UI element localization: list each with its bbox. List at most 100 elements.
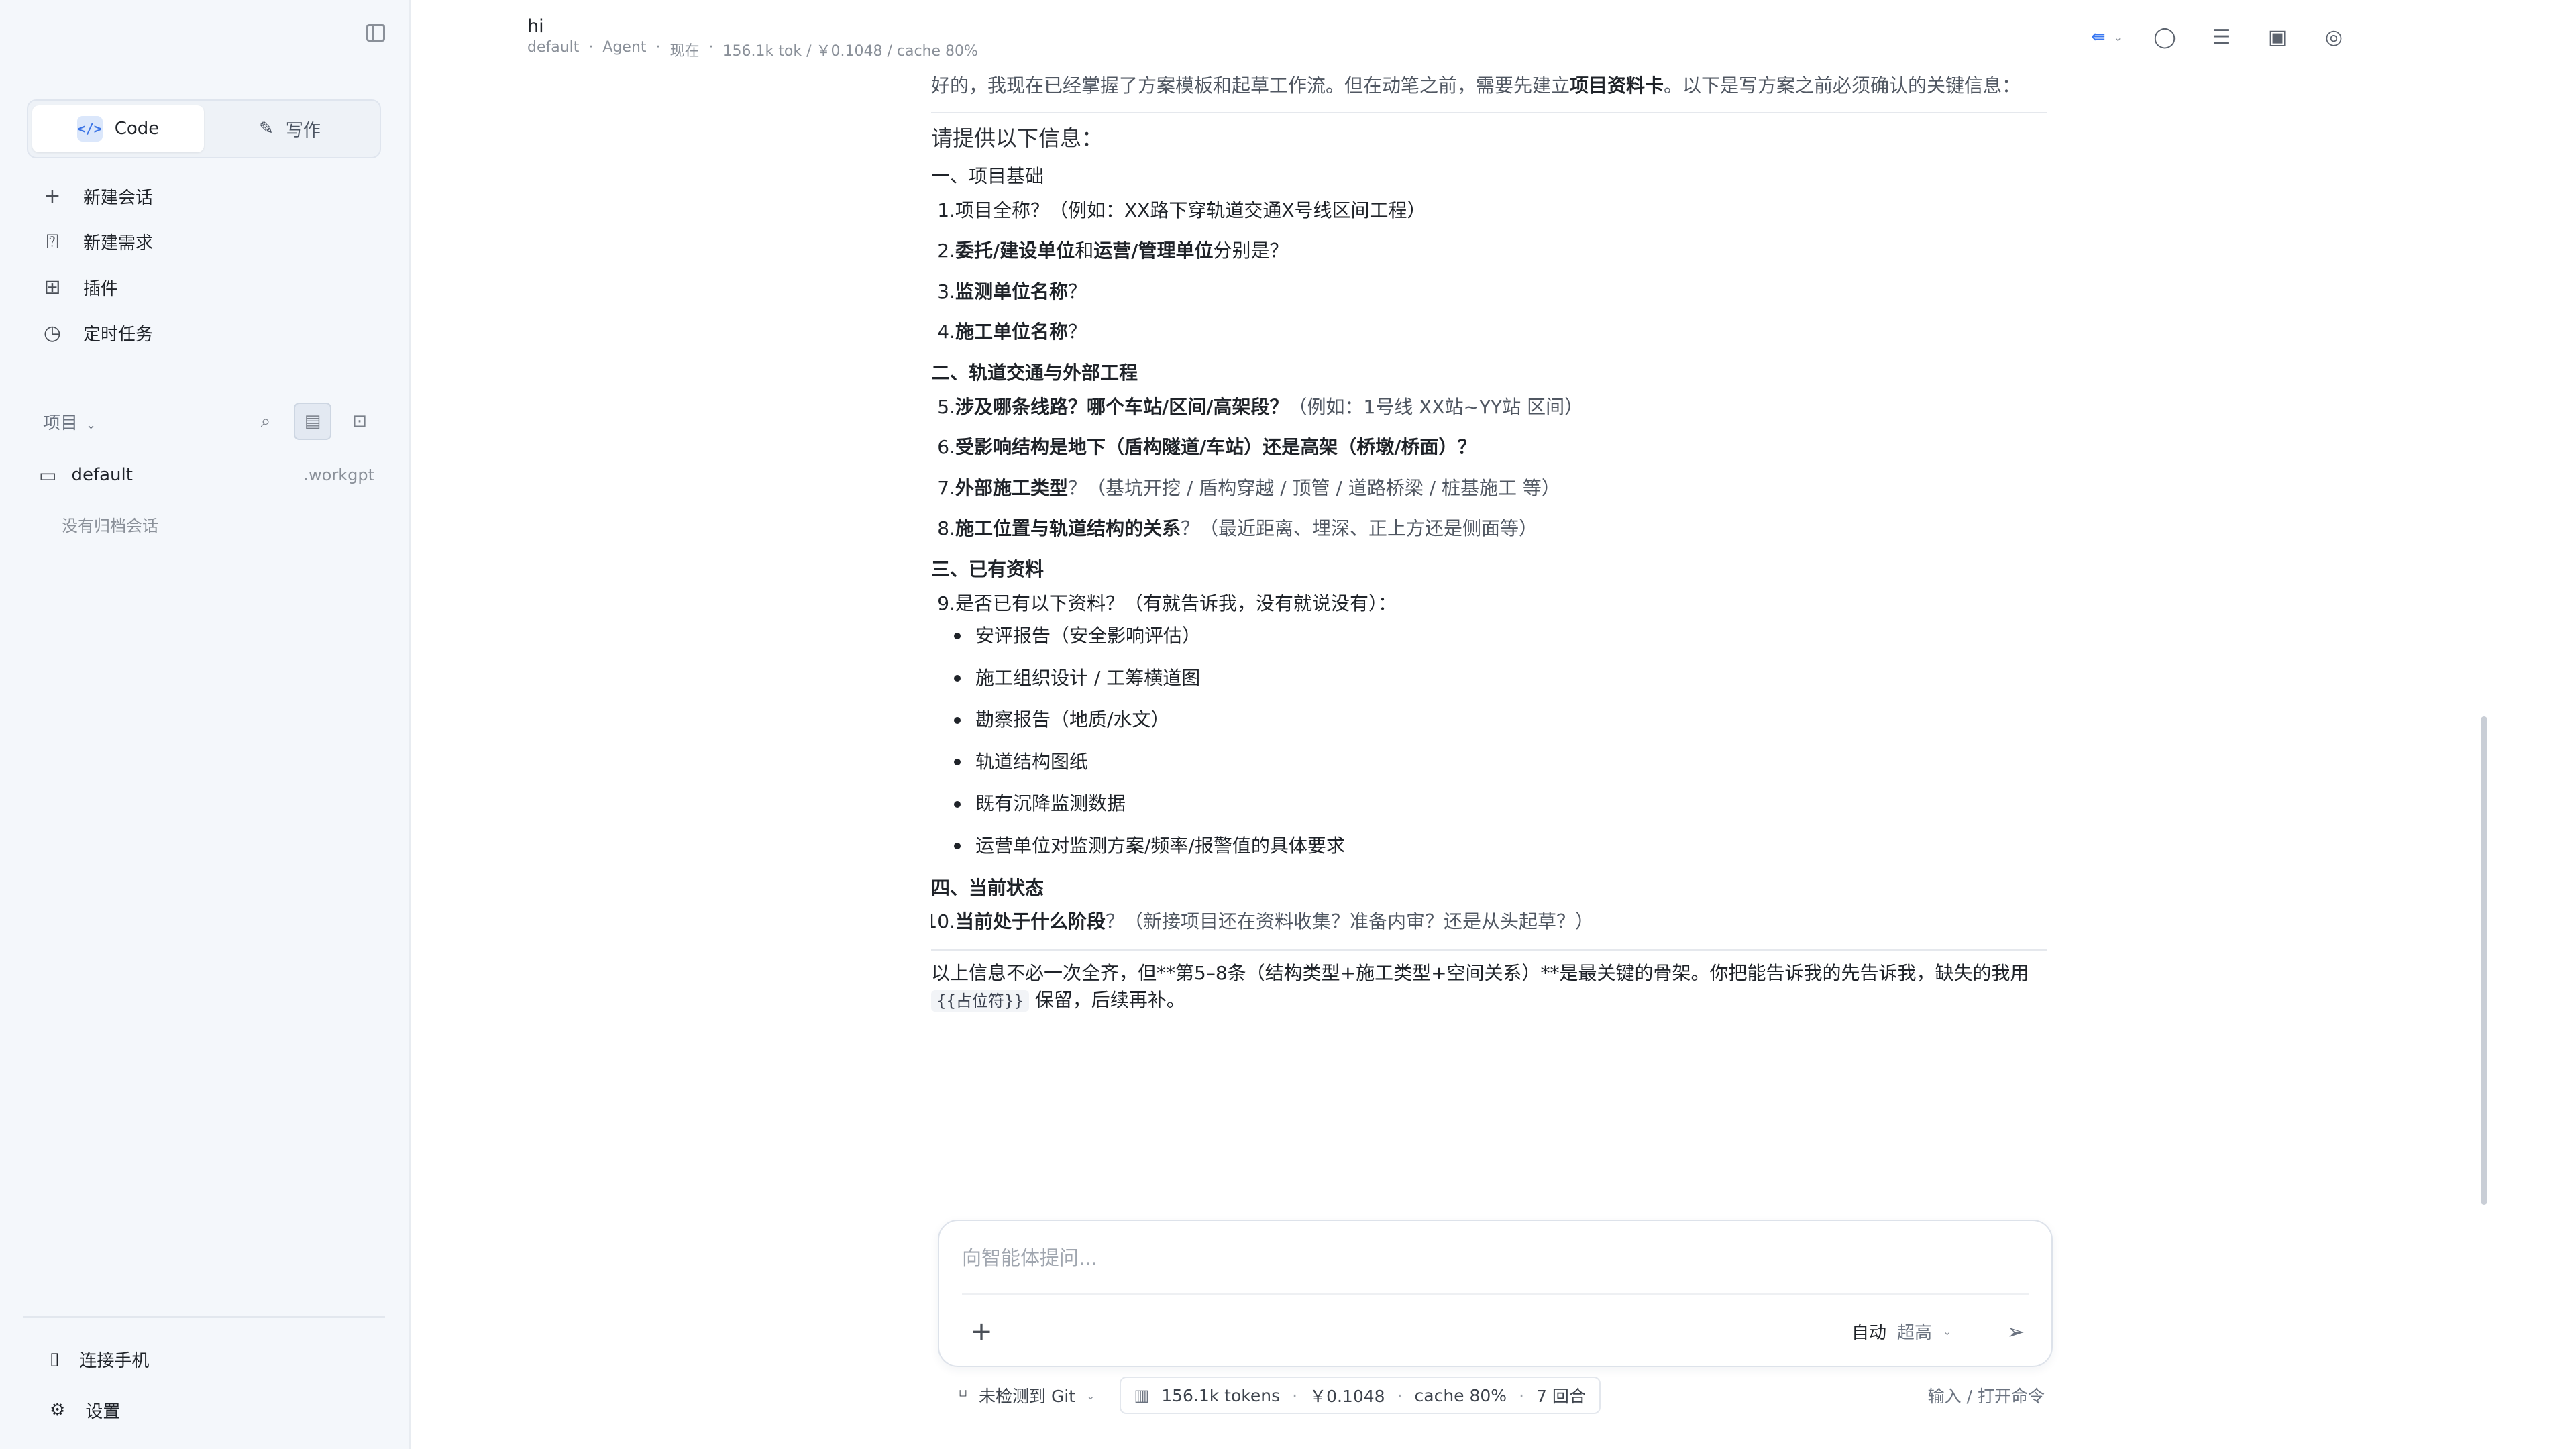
meta-time: 现在 bbox=[669, 43, 700, 60]
git-status: 未检测到 Git bbox=[979, 1387, 1076, 1406]
grid-icon: ⊞ bbox=[44, 275, 61, 299]
chevron-down-icon: ⌄ bbox=[1086, 1389, 1095, 1402]
connect-phone-label: 连接手机 bbox=[79, 1350, 150, 1371]
project-name: default bbox=[71, 465, 133, 485]
message-intro: 好的，我现在已经掌握了方案模板和起草工作流。但在动笔之前，需要先建立项目资料卡。… bbox=[931, 72, 2047, 100]
assistant-message: 好的，我现在已经掌握了方案模板和起草工作流。但在动笔之前，需要先建立项目资料卡。… bbox=[931, 72, 2047, 1173]
sidebar-toggle-icon[interactable] bbox=[366, 24, 385, 42]
question-item: 4. 施工单位名称？ bbox=[931, 319, 2047, 346]
question-text: （例如：1号线 XX站~YY站 区间） bbox=[1288, 395, 1584, 418]
project-item-default[interactable]: ▭ default .workgpt bbox=[39, 458, 374, 492]
question-item: 10. 当前处于什么阶段？（新接项目还在资料收集？准备内审？还是从头起草？） bbox=[931, 908, 2047, 936]
prompt-input[interactable] bbox=[962, 1236, 2029, 1280]
git-dropdown[interactable]: ⑂ 未检测到 Git ⌄ bbox=[958, 1383, 1095, 1407]
question-text: ？ bbox=[1068, 280, 1087, 303]
token-count: 156.1k tokens bbox=[1161, 1385, 1281, 1405]
connect-phone-button[interactable]: ▯ 连接手机 bbox=[50, 1340, 149, 1378]
project-suffix: .workgpt bbox=[303, 466, 374, 484]
chat-meta: default · Agent · 现在 · 156.1k tok / ￥0.1… bbox=[527, 39, 978, 60]
plus-icon: + bbox=[44, 184, 61, 208]
question-bold: 受影响结构是地下（盾构隧道/车站）还是高架（桥墩/桥面）？ bbox=[955, 436, 1477, 459]
meta-separator: · bbox=[708, 39, 714, 56]
send-icon[interactable]: ➢ bbox=[1999, 1315, 2033, 1348]
question-number: 3. bbox=[937, 280, 955, 303]
chevron-down-icon: ⌄ bbox=[2113, 30, 2123, 44]
question-item: 3. 监测单位名称？ bbox=[931, 278, 2047, 306]
nav-new-requirement[interactable]: ⍰ 新建需求 bbox=[40, 219, 389, 264]
settings-button[interactable]: ⚙ 设置 bbox=[50, 1391, 120, 1429]
question-bold: 委托/建设单位 bbox=[955, 239, 1075, 262]
section-heading: 三、已有资料 bbox=[931, 557, 1044, 580]
network-icon[interactable]: ◎ bbox=[2320, 23, 2348, 51]
intro-bold: 项目资料卡 bbox=[1570, 74, 1664, 97]
question-item: 9. 是否已有以下资料？（有就告诉我，没有就说没有）： bbox=[931, 590, 2047, 618]
git-branch-icon: ⑂ bbox=[958, 1385, 969, 1405]
divider bbox=[931, 949, 2047, 951]
header-actions: ⇚ ⌄ ◯ ☰ ▣ ◎ bbox=[2091, 23, 2348, 51]
sidebar-nav: + 新建会话 ⍰ 新建需求 ⊞ 插件 ◷ 定时任务 bbox=[40, 173, 389, 356]
list-item: 既有沉降监测数据 bbox=[954, 790, 2047, 818]
chevron-down-icon: ⌄ bbox=[86, 417, 97, 432]
meta-usage: 156.1k tok / ￥0.1048 / cache 80% bbox=[722, 43, 978, 60]
question-bold: 运营/管理单位 bbox=[1093, 239, 1214, 262]
scrollbar-thumb[interactable] bbox=[2481, 716, 2487, 1205]
closing-text: 以上信息不必一次全齐，但**第5–8条（结构类型+施工类型+空间关系）**是最关… bbox=[931, 961, 2029, 984]
question-text: 分别是？ bbox=[1213, 239, 1289, 262]
question-text: 是否已有以下资料？（有就告诉我，没有就说没有）： bbox=[955, 592, 1397, 614]
nav-scheduled-tasks[interactable]: ◷ 定时任务 bbox=[40, 310, 389, 356]
projects-dropdown[interactable]: 项目 ⌄ bbox=[43, 409, 96, 434]
document-icon[interactable]: ▣ bbox=[2263, 23, 2292, 51]
mode-switch: </> Code ✎ 写作 bbox=[27, 99, 381, 158]
question-number: 2. bbox=[937, 239, 955, 262]
sidebar-divider bbox=[23, 1316, 385, 1318]
question-text: ？（最近距离、埋深、正上方还是侧面等） bbox=[1181, 517, 1538, 540]
question-text: ？（新接项目还在资料收集？准备内审？还是从头起草？） bbox=[1106, 910, 1595, 933]
meta-project: default bbox=[527, 39, 580, 56]
question-number: 5. bbox=[937, 395, 955, 418]
question-number: 7. bbox=[937, 476, 955, 499]
archive-icon[interactable]: ▤ bbox=[294, 402, 331, 440]
new-folder-icon[interactable]: ⊡ bbox=[341, 402, 378, 440]
mode-tab-writing-label: 写作 bbox=[285, 120, 321, 141]
gear-icon: ⚙ bbox=[50, 1400, 66, 1420]
question-bold: 外部施工类型 bbox=[955, 476, 1069, 499]
cache-rate: cache 80% bbox=[1414, 1385, 1507, 1405]
search-icon[interactable]: ⌕ bbox=[247, 402, 284, 440]
intro-text: 好的，我现在已经掌握了方案模板和起草工作流。但在动笔之前，需要先建立 bbox=[931, 74, 1570, 97]
stat-separator: · bbox=[1519, 1385, 1525, 1405]
list-item: 运营单位对监测方案/频率/报警值的具体要求 bbox=[954, 833, 2047, 860]
usage-stats[interactable]: ▥ 156.1k tokens · ￥0.1048 · cache 80% · … bbox=[1119, 1377, 1601, 1414]
mode-tab-code[interactable]: </> Code bbox=[32, 105, 204, 152]
request-heading: 请提供以下信息： bbox=[931, 125, 1104, 151]
mode-tab-writing[interactable]: ✎ 写作 bbox=[204, 105, 376, 152]
projects-header: 项目 ⌄ ⌕ ▤ ⊡ bbox=[43, 402, 378, 440]
stat-separator: · bbox=[1397, 1385, 1403, 1405]
inline-code: {{占位符}} bbox=[931, 990, 1029, 1012]
project-tools: ⌕ ▤ ⊡ bbox=[247, 402, 378, 440]
question-text: ？ bbox=[1068, 321, 1087, 343]
question-text: 项目全称？（例如：XX路下穿轨道交通X号线区间工程） bbox=[955, 199, 1426, 221]
mode-selector[interactable]: 自动 超高 ⌄ bbox=[1851, 1319, 1951, 1344]
status-bar: ⑂ 未检测到 Git ⌄ ▥ 156.1k tokens · ￥0.1048 ·… bbox=[958, 1377, 2045, 1414]
pencil-icon: ✎ bbox=[259, 119, 274, 139]
add-attachment-icon[interactable]: + bbox=[965, 1315, 998, 1348]
nav-scheduled-tasks-label: 定时任务 bbox=[83, 324, 154, 345]
list-item: 施工组织设计 / 工筹横道图 bbox=[954, 665, 2047, 692]
nav-new-chat[interactable]: + 新建会话 bbox=[40, 173, 389, 219]
round-count: 7 回合 bbox=[1536, 1387, 1586, 1406]
list-item: 勘察报告（地质/水文） bbox=[954, 706, 2047, 734]
nav-plugins-label: 插件 bbox=[83, 278, 119, 299]
question-bold: 监测单位名称 bbox=[955, 280, 1069, 303]
share-dropdown[interactable]: ⇚ ⌄ bbox=[2091, 23, 2123, 51]
sidebar: </> Code ✎ 写作 + 新建会话 ⍰ 新建需求 ⊞ 插件 ◷ 定时任务 … bbox=[0, 0, 411, 1449]
question-item: 1. 项目全称？（例如：XX路下穿轨道交通X号线区间工程） bbox=[931, 197, 2047, 225]
materials-list: 安评报告（安全影响评估） 施工组织设计 / 工筹横道图 勘察报告（地质/水文） … bbox=[954, 623, 2047, 860]
section-heading: 二、轨道交通与外部工程 bbox=[931, 361, 1138, 384]
nav-plugins[interactable]: ⊞ 插件 bbox=[40, 264, 389, 310]
share-icon: ⇚ bbox=[2090, 27, 2106, 47]
question-number: 4. bbox=[937, 321, 955, 343]
task-list-icon[interactable]: ☰ bbox=[2207, 23, 2235, 51]
question-text: 和 bbox=[1075, 239, 1094, 262]
list-item: 安评报告（安全影响评估） bbox=[954, 623, 2047, 650]
chat-bubble-icon[interactable]: ◯ bbox=[2151, 23, 2179, 51]
